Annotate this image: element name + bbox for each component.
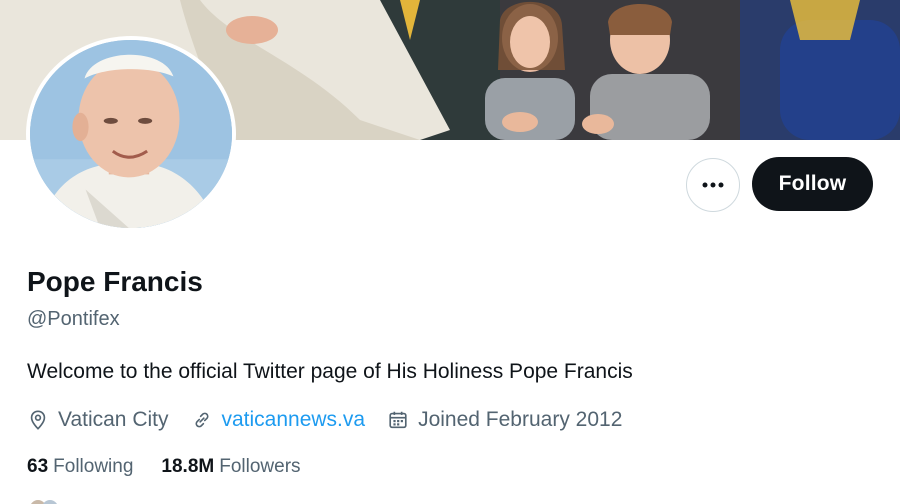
followed-by-avatars-icon [31, 500, 57, 504]
profile-website-link[interactable]: vaticannews.va [222, 408, 366, 432]
profile-page: Follow Pope Francis @Pontifex Welcome to… [0, 0, 900, 504]
more-options-button[interactable] [686, 158, 740, 212]
profile-joined: Joined February 2012 [387, 408, 622, 432]
following-label: Following [53, 456, 134, 477]
follow-button[interactable]: Follow [752, 157, 873, 211]
followers-stat-link[interactable]: 18.8M Followers [161, 456, 300, 478]
profile-bio: Welcome to the official Twitter page of … [27, 360, 633, 383]
profile-joined-text: Joined February 2012 [418, 408, 623, 431]
following-stat-link[interactable]: 63 Following [27, 456, 133, 478]
link-icon [191, 409, 213, 431]
profile-display-name: Pope Francis [27, 266, 203, 297]
following-count: 63 [27, 456, 49, 477]
followers-count: 18.8M [161, 456, 215, 477]
profile-handle: @Pontifex [27, 308, 120, 330]
profile-location: Vatican City [27, 408, 169, 432]
followers-label: Followers [219, 456, 301, 477]
avatar[interactable] [30, 40, 232, 228]
profile-stats-row: 63 Following 18.8M Followers [27, 456, 329, 478]
profile-website[interactable]: vaticannews.va [191, 408, 366, 432]
profile-avatar-frame[interactable] [26, 36, 236, 232]
profile-meta-row: Vatican City vaticannews.va Joined Febru… [27, 406, 644, 434]
profile-location-text: Vatican City [58, 408, 169, 431]
more-horizontal-icon [702, 182, 724, 188]
calendar-icon [387, 409, 409, 431]
map-pin-icon [27, 409, 49, 431]
avatar-portrait-illustration [30, 40, 232, 228]
